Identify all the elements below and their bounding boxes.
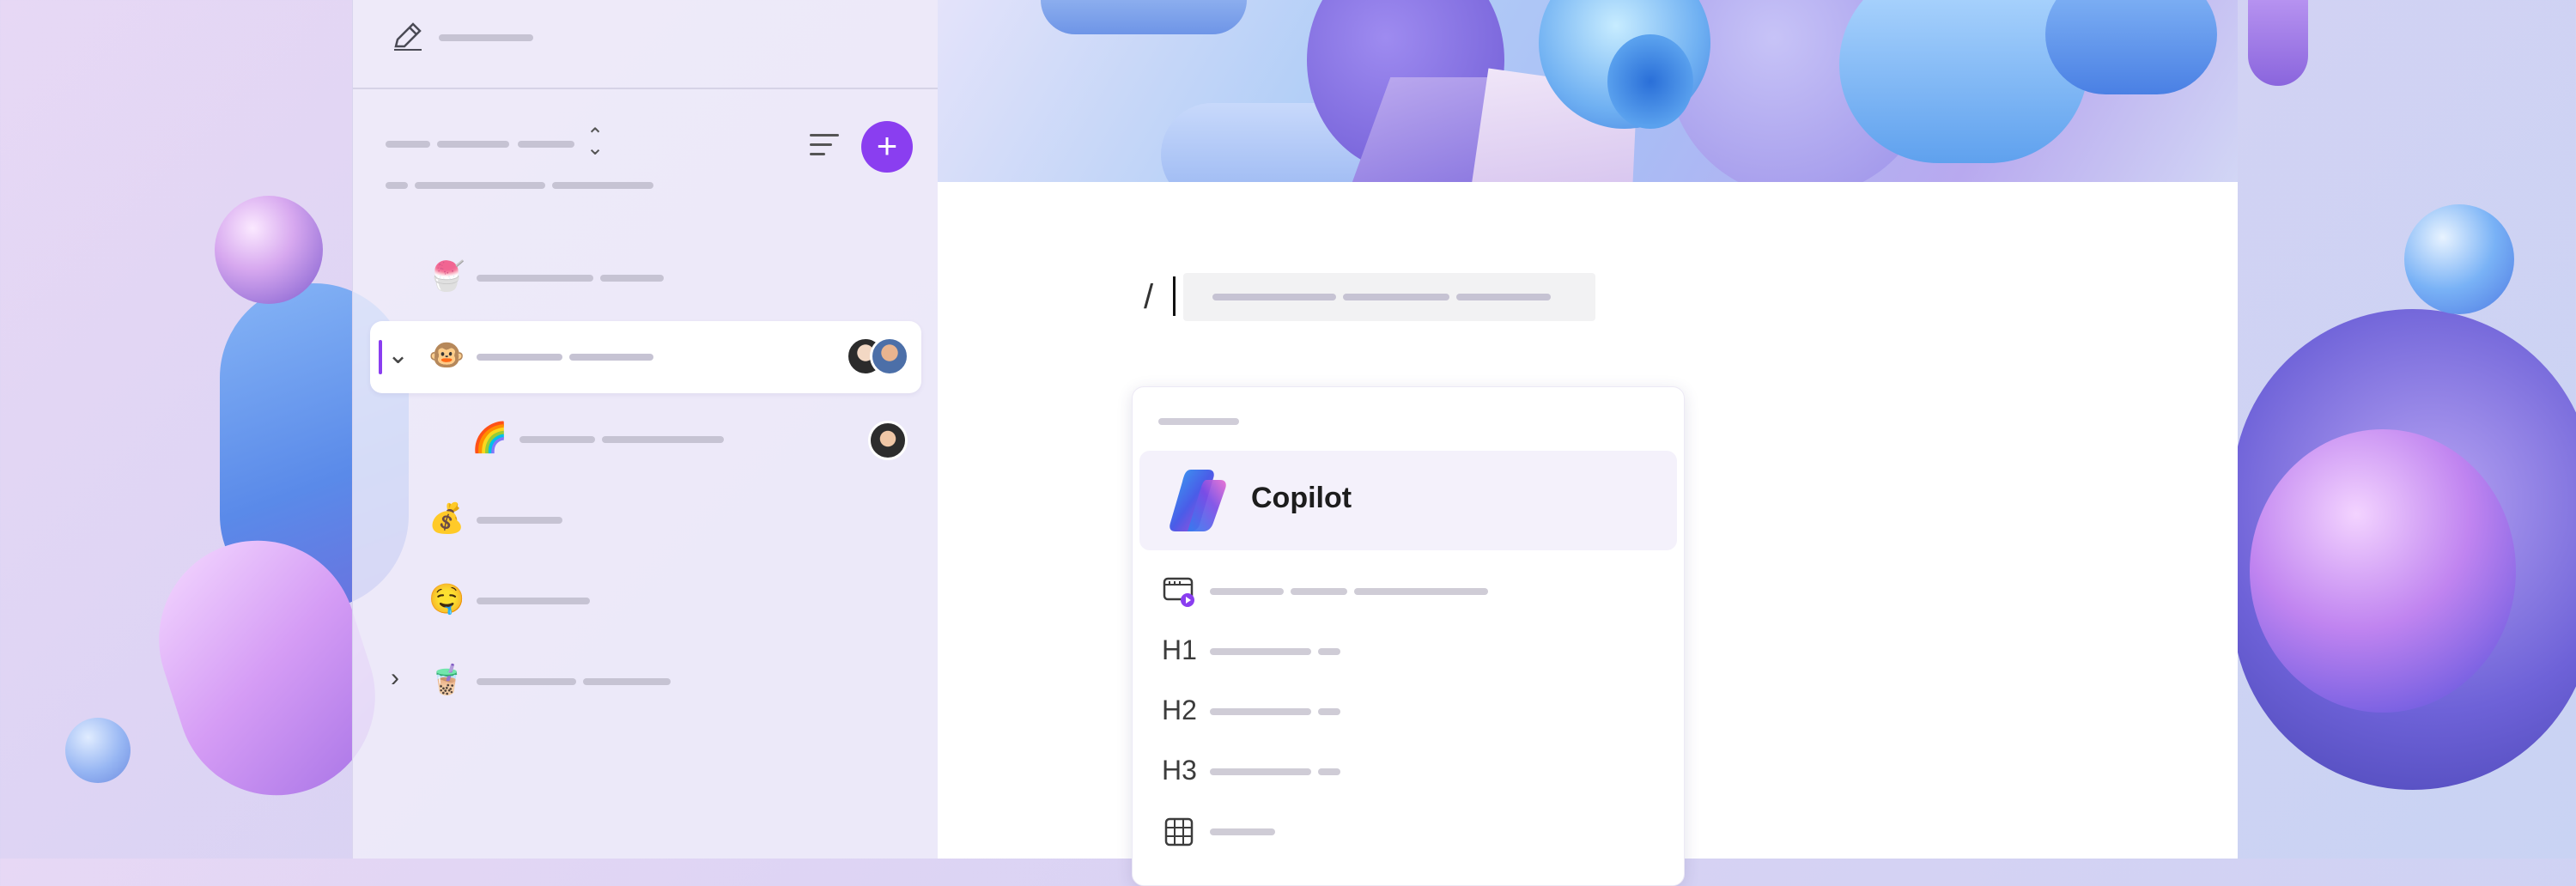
placeholder-text	[477, 354, 562, 361]
chevron-right-icon[interactable]: ›	[391, 661, 399, 695]
background-orb	[2250, 429, 2516, 713]
menu-item-label: Copilot	[1251, 482, 1352, 514]
background-orb	[2404, 204, 2514, 314]
text-cursor	[1173, 276, 1176, 316]
placeholder-text	[386, 141, 430, 148]
placeholder-text	[600, 275, 664, 282]
menu-item-copilot[interactable]: Copilot	[1139, 451, 1677, 550]
placeholder-text	[518, 141, 574, 148]
menu-item-label: H3	[1162, 755, 1197, 786]
placeholder-text	[1343, 294, 1449, 300]
background-orb	[2248, 0, 2308, 86]
placeholder-text	[1291, 588, 1347, 595]
placeholder-text	[1210, 648, 1311, 655]
placeholder-text	[386, 182, 408, 189]
page-emoji-icon: 🐵	[428, 339, 465, 372]
placeholder-text	[1354, 588, 1488, 595]
placeholder-text	[1210, 708, 1311, 715]
placeholder-text	[477, 275, 593, 282]
page-emoji-icon: 🧋	[428, 664, 465, 696]
placeholder-text	[519, 436, 595, 443]
menu-item-label: H1	[1162, 634, 1197, 665]
placeholder-text	[1318, 768, 1340, 775]
chevron-up-down-icon[interactable]: ⌃ ⌄	[586, 126, 604, 159]
placeholder-text	[477, 598, 590, 604]
slash-input-placeholder[interactable]	[1183, 273, 1595, 321]
sidebar-header	[353, 0, 939, 89]
table-icon	[1163, 816, 1194, 852]
background-orb	[215, 196, 323, 304]
placeholder-text	[437, 141, 509, 148]
placeholder-text	[1318, 648, 1340, 655]
avatar[interactable]	[868, 421, 908, 460]
menu-item-heading-1[interactable]: H1	[1139, 626, 1677, 677]
cover-image	[938, 0, 2238, 182]
placeholder-text	[569, 354, 653, 361]
editor-panel: / Copilot H1 H2 H3	[938, 0, 2238, 886]
page-emoji-icon: 💰	[428, 502, 465, 535]
menu-item-table[interactable]	[1139, 806, 1677, 858]
placeholder-text	[1210, 828, 1275, 835]
copilot-logo-icon	[1162, 464, 1234, 537]
pen-icon[interactable]	[391, 19, 425, 53]
placeholder-text	[477, 678, 576, 685]
page-list-item[interactable]: › 🧋	[370, 644, 921, 716]
placeholder-text	[439, 34, 533, 41]
menu-item-heading-3[interactable]: H3	[1139, 746, 1677, 798]
page-list-item[interactable]: 🍧	[370, 240, 921, 313]
page-list-item[interactable]: 💰	[370, 482, 921, 555]
slash-command-text: /	[1144, 278, 1154, 316]
page-list-item-selected[interactable]: ⌄ 🐵	[370, 321, 921, 393]
page-list-item[interactable]: 🌈	[370, 402, 921, 474]
sidebar: ⌃ ⌄ + 🍧 ⌄ 🐵 🌈 💰 🤤 › 🧋	[352, 0, 939, 859]
video-icon	[1162, 574, 1196, 613]
placeholder-text	[415, 182, 545, 189]
placeholder-text	[583, 678, 671, 685]
menu-section-heading	[1158, 418, 1239, 425]
placeholder-text	[1210, 768, 1311, 775]
page-list-item[interactable]: 🤤	[370, 563, 921, 635]
placeholder-text	[602, 436, 724, 443]
placeholder-text	[1210, 588, 1284, 595]
page-emoji-icon: 🍧	[428, 260, 465, 293]
sort-icon[interactable]	[810, 134, 842, 160]
add-page-button[interactable]: +	[861, 121, 913, 173]
selection-indicator	[379, 340, 382, 374]
menu-item-label: H2	[1162, 695, 1197, 725]
chevron-down-icon[interactable]: ⌄	[387, 338, 409, 373]
page-emoji-icon: 🤤	[428, 583, 465, 616]
placeholder-text	[1318, 708, 1340, 715]
menu-item-video[interactable]	[1139, 566, 1677, 617]
avatar[interactable]	[870, 337, 909, 376]
placeholder-text	[1212, 294, 1336, 300]
background-orb	[65, 718, 131, 783]
page-emoji-icon: 🌈	[471, 422, 508, 454]
placeholder-text	[552, 182, 653, 189]
slash-command-menu: Copilot H1 H2 H3	[1132, 386, 1685, 886]
menu-item-heading-2[interactable]: H2	[1139, 686, 1677, 737]
placeholder-text	[477, 517, 562, 524]
placeholder-text	[1456, 294, 1551, 300]
